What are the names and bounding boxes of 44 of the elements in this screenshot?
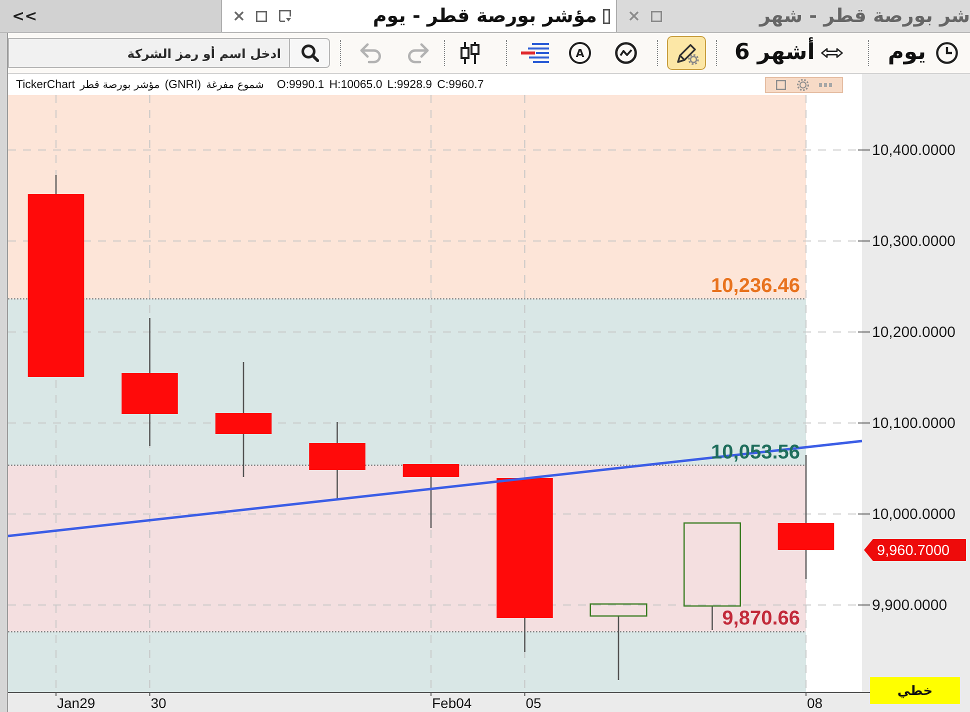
maximize-icon[interactable] (256, 10, 267, 22)
date-axis-label: 08 (807, 695, 823, 711)
date-axis-label: 30 (150, 695, 166, 711)
level-line[interactable] (8, 298, 806, 300)
high-value: H:10065.0 (329, 78, 382, 90)
candle (402, 464, 460, 528)
open-value: O:9990.1 (276, 78, 324, 90)
date-axis-label: Feb04 (432, 695, 472, 711)
source-label: TickerChart (16, 78, 75, 90)
wave-icon[interactable] (615, 42, 637, 64)
chart-style-label: شموع مفرغة (206, 78, 264, 90)
circled-letter-button[interactable]: A (569, 42, 591, 64)
horizontal-lines-icon[interactable] (521, 43, 549, 63)
search-icon (300, 44, 318, 62)
drawing-tool-button[interactable] (667, 36, 706, 70)
candlestick-icon[interactable] (459, 42, 481, 64)
window-arrow-icon[interactable] (279, 10, 291, 22)
search-button[interactable] (290, 38, 330, 68)
symbol-code: (GNRI) (164, 78, 202, 90)
tab[interactable]: مؤشر بورصة قطر - يوم (221, 0, 617, 32)
level-label: 9,870.66 (722, 608, 800, 630)
price-axis-label: 9,900.0000 (872, 597, 948, 614)
price-axis-label: 10,400.0000 (872, 142, 956, 159)
level-line[interactable] (8, 631, 806, 632)
symbol-name: مؤشر بورصة قطر (80, 78, 160, 90)
price-axis-label: 10,100.0000 (872, 415, 956, 432)
price-tag: 9,960.7000 (864, 539, 966, 561)
date-axis-label: 05 (526, 695, 542, 711)
scale-button[interactable]: خطي (870, 677, 960, 704)
clock-icon[interactable] (936, 42, 958, 64)
close-value: C:9960.7 (437, 78, 484, 90)
price-axis-label: 10,300.0000 (872, 233, 956, 250)
trend-line[interactable] (8, 440, 862, 538)
low-value: L:9928.9 (387, 78, 432, 90)
price-axis-label: 10,000.0000 (872, 506, 956, 523)
bar-icon (603, 8, 610, 24)
date-axis-label: Jan29 (57, 695, 96, 711)
level-label: 10,236.46 (711, 274, 800, 297)
pencil-gear-icon (674, 41, 698, 65)
interval-button[interactable]: يوم (888, 40, 926, 66)
price-axis-label: 10,200.0000 (872, 324, 956, 341)
close-icon[interactable] (234, 11, 244, 21)
scroll-tabs-button[interactable]: << (8, 3, 42, 29)
double-arrow-icon[interactable] (820, 48, 843, 58)
